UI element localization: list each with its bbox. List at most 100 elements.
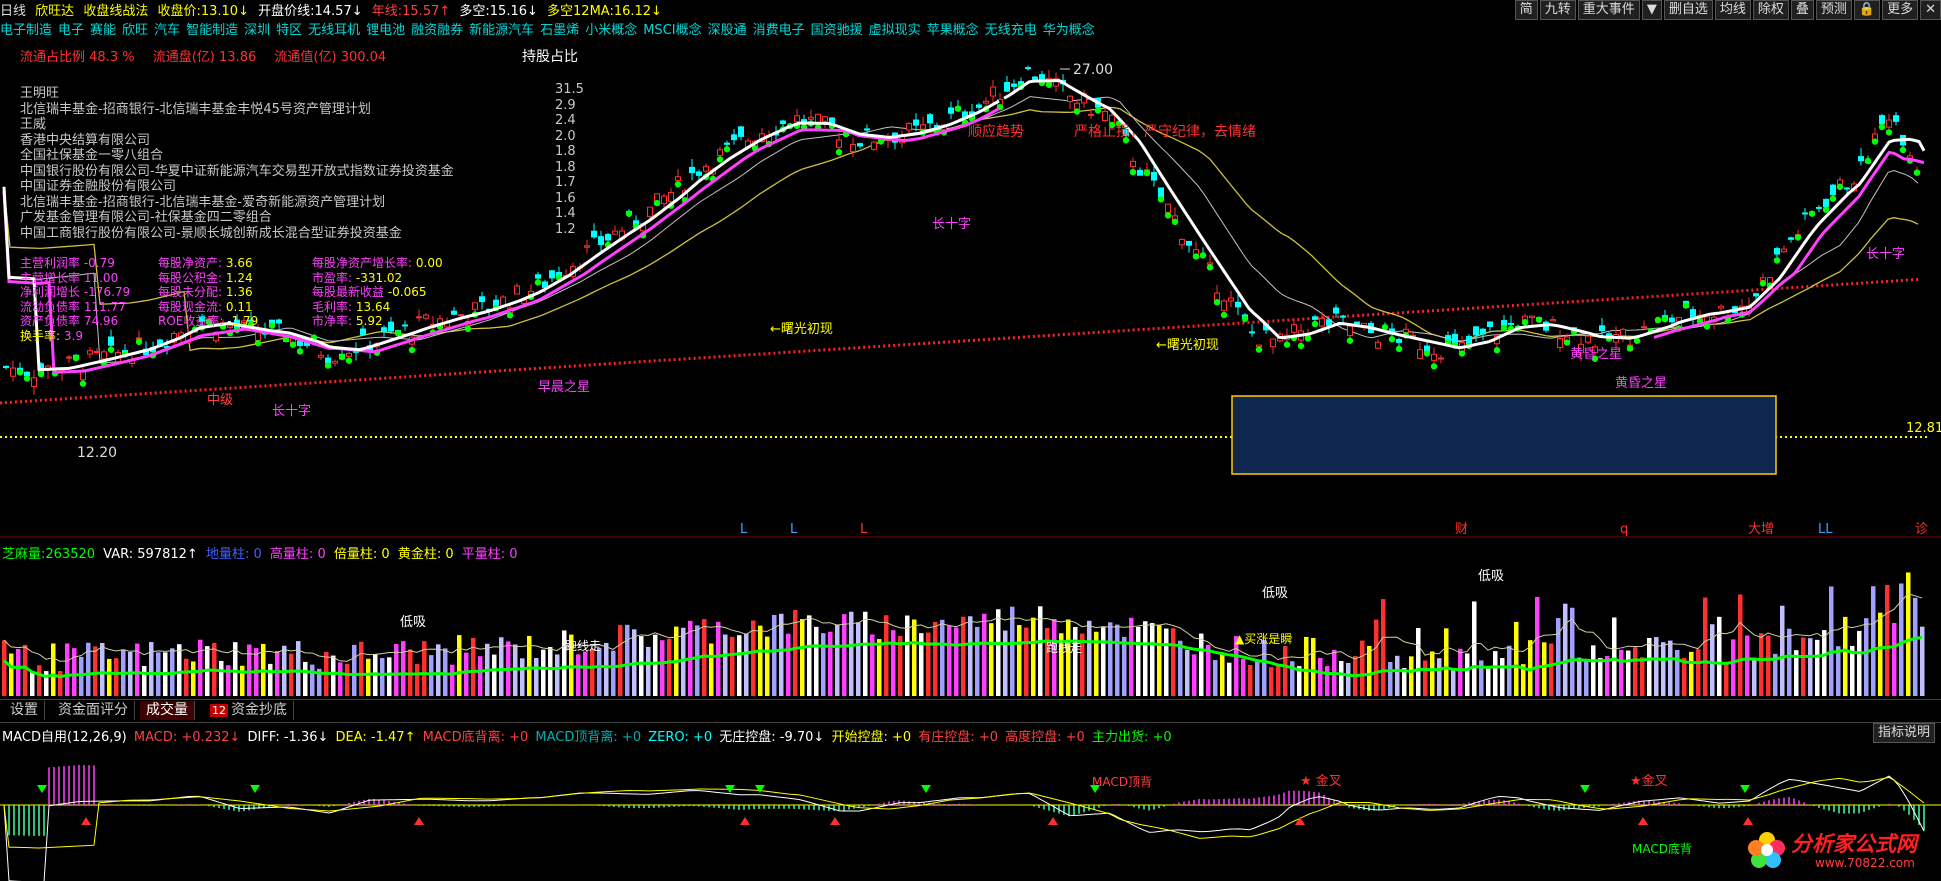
concept-tag[interactable]: 欣旺 — [122, 23, 148, 38]
holder-pct: 31.5 — [555, 82, 584, 97]
jiuzhuan-button[interactable]: 九转 — [1539, 0, 1576, 20]
concept-tag[interactable]: 虚拟现实 — [869, 23, 921, 38]
tab-fund-score[interactable]: 资金面评分 — [52, 701, 135, 720]
concept-tag[interactable]: 融资融券 — [411, 23, 463, 38]
volume-bar — [30, 671, 35, 696]
volume-bar — [331, 655, 336, 696]
candle-body — [360, 328, 366, 336]
concept-tag[interactable]: 新能源汽车 — [469, 23, 534, 38]
volume-bar — [1612, 617, 1617, 696]
concept-tag[interactable]: 小米概念 — [585, 23, 637, 38]
concept-tag[interactable]: 赛能 — [90, 23, 116, 38]
volume-bar — [1465, 653, 1470, 696]
tab-volume[interactable]: 成交量 — [140, 701, 195, 720]
overlay-button[interactable]: 叠 — [1790, 0, 1814, 20]
volume-bar — [457, 635, 462, 696]
volume-bar — [1262, 639, 1267, 696]
holder-pct: 1.8 — [555, 144, 576, 159]
volume-bar — [198, 639, 203, 696]
more-button[interactable]: 更多 — [1882, 0, 1919, 20]
concept-tag[interactable]: 消费电子 — [753, 23, 805, 38]
simple-button[interactable]: 简 — [1514, 0, 1538, 20]
holder-pct: 1.7 — [555, 175, 576, 190]
tab-fund-bottom[interactable]: 12 资金抄底 — [204, 701, 294, 720]
forecast-button[interactable]: 预测 — [1815, 0, 1852, 20]
volume-bar — [1731, 639, 1736, 696]
macd-chart[interactable]: MACD顶背 MACD底背 ★ 金叉 ★金叉 — [0, 745, 1941, 881]
pattern-label: 跑线走 — [1046, 641, 1082, 655]
volume-bar — [65, 643, 70, 696]
volume-bar — [961, 616, 966, 696]
signal-dot — [37, 370, 45, 378]
concept-tag[interactable]: 深圳 — [244, 23, 270, 38]
concept-tag[interactable]: 深股通 — [708, 23, 747, 38]
candle-body — [1417, 349, 1423, 359]
volume-bar — [1668, 640, 1673, 696]
lock-icon[interactable]: 🔒 — [1853, 0, 1881, 20]
candle-body — [1004, 81, 1010, 92]
concept-tag[interactable]: 国资驰援 — [811, 23, 863, 38]
volume-bar — [1843, 616, 1848, 696]
volume-bar — [1423, 660, 1428, 696]
volume-chart[interactable]: 低吸低吸低吸跑线走 跑线走▲买涨是瞬 — [0, 560, 1941, 698]
volume-bar — [1717, 616, 1722, 696]
concept-tag[interactable]: 电子制造 — [0, 23, 52, 38]
pattern-label: 长十字 — [1866, 247, 1905, 262]
stock-name: 欣旺达 — [35, 4, 75, 19]
ma-button[interactable]: 均线 — [1714, 0, 1751, 20]
close-icon[interactable]: ✕ — [1920, 0, 1941, 20]
signal-dot — [1164, 212, 1172, 219]
events-button[interactable]: 重大事件 — [1577, 0, 1640, 20]
signal-dot — [464, 325, 472, 333]
candle-body — [1879, 115, 1885, 125]
volume-bar — [1136, 626, 1141, 696]
volume-bar — [1556, 618, 1561, 696]
concept-tag[interactable]: 无线充电 — [985, 23, 1037, 38]
concept-tag[interactable]: 石墨烯 — [540, 23, 579, 38]
sell-arrow-icon — [414, 817, 424, 825]
delete-watchlist-button[interactable]: 删自选 — [1663, 0, 1713, 20]
volume-bar — [639, 636, 644, 696]
volume-bar — [296, 641, 301, 696]
concept-tag[interactable]: 华为概念 — [1043, 23, 1095, 38]
events-dropdown-icon[interactable]: ▼ — [1641, 0, 1662, 20]
candle-body — [1333, 307, 1339, 314]
sell-arrow-icon — [740, 817, 750, 825]
volume-bar — [394, 644, 399, 696]
signal-dot — [506, 312, 514, 319]
volume-bar — [807, 615, 812, 696]
volume-bar — [1143, 621, 1148, 696]
candle-body — [514, 285, 520, 295]
tab-settings[interactable]: 设置 — [4, 701, 45, 720]
candle-body — [1557, 338, 1563, 348]
concept-tag[interactable]: 汽车 — [154, 23, 180, 38]
period-label[interactable]: 日线 — [0, 4, 26, 19]
concept-tag[interactable]: 苹果概念 — [927, 23, 979, 38]
indicator-help-button[interactable]: 指标说明 — [1872, 723, 1935, 743]
volume-bar — [1661, 642, 1666, 696]
candle-body — [1207, 262, 1213, 265]
volume-bar — [1066, 619, 1071, 696]
volume-bar — [912, 619, 917, 696]
concept-tag[interactable]: 锂电池 — [366, 23, 405, 38]
concept-tag[interactable]: MSCI概念 — [643, 23, 701, 38]
volume-bar — [982, 613, 987, 696]
volume-bar — [1388, 661, 1393, 696]
concept-tag[interactable]: 电子 — [58, 23, 84, 38]
signal-dot — [1794, 234, 1802, 241]
year-label: 年线: — [371, 4, 403, 19]
exright-button[interactable]: 除权 — [1752, 0, 1789, 20]
candle-body — [1886, 119, 1892, 128]
concept-tag[interactable]: 智能制造 — [186, 23, 238, 38]
concept-tag[interactable]: 特区 — [276, 23, 302, 38]
signal-dot — [72, 354, 80, 362]
volume-bar — [1563, 603, 1568, 696]
holder-pct: 1.6 — [555, 190, 576, 206]
concept-tag[interactable]: 无线耳机 — [308, 23, 360, 38]
candle-body — [1270, 338, 1276, 348]
last-price-label: 12.81 — [1906, 421, 1941, 436]
pattern-label: 严格止损，严守纪律，去情绪 — [1074, 124, 1256, 140]
volume-bar — [380, 658, 385, 696]
signal-dot — [1682, 302, 1690, 309]
holder-pct: 2.0 — [555, 128, 576, 144]
